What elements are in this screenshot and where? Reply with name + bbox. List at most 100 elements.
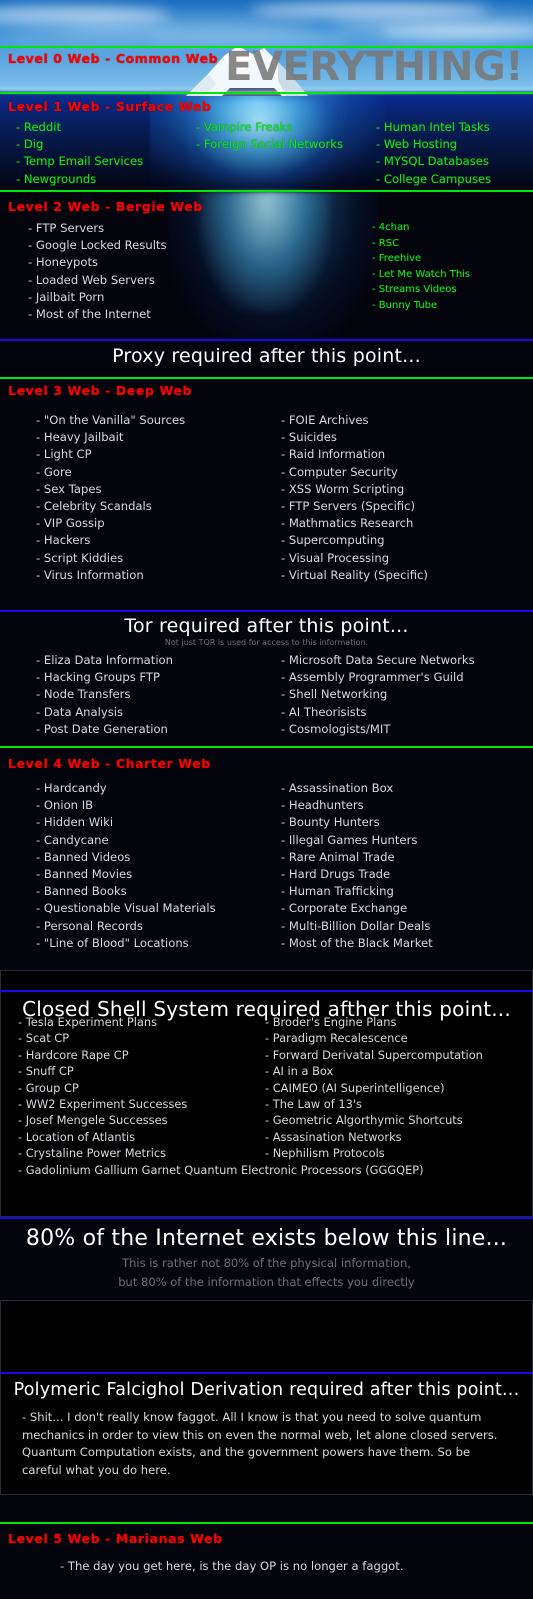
list-item: - Supercomputing xyxy=(281,533,385,548)
list-item: - Snuff CP xyxy=(18,1064,74,1079)
list-item: - Bunny Tube xyxy=(372,299,438,311)
list-item: - Scat CP xyxy=(18,1031,70,1046)
level3-column-2: - FOIE Archives - Suicides - Raid Inform… xyxy=(281,412,428,584)
list-item: - Gore xyxy=(36,464,72,479)
list-item: - Heavy Jailbait xyxy=(36,430,124,445)
list-item: - Headhunters xyxy=(281,798,364,813)
list-item: - Banned Movies xyxy=(36,867,133,882)
list-item: - Streams Videos xyxy=(372,284,457,295)
list-item: - Onion IB xyxy=(36,798,94,813)
list-item: - Hard Drugs Trade xyxy=(281,867,391,882)
level1-column-3: - Human Intel Tasks - Web Hosting - MYSQ… xyxy=(376,119,491,188)
gate-heading-tor: Tor required after this point... xyxy=(124,615,409,637)
list-item: - Honeypots xyxy=(28,255,99,270)
list-item: - FOIE Archives xyxy=(281,413,369,427)
divider-blue xyxy=(0,1372,533,1374)
list-item: - Newgrounds xyxy=(16,171,97,186)
list-item: - Questionable Visual Materials xyxy=(36,901,216,916)
list-item: - Virtual Reality (Specific) xyxy=(281,567,428,582)
tor-column-1: - Eliza Data Information - Hacking Group… xyxy=(36,652,173,738)
divider-blue xyxy=(0,990,533,992)
list-item: - AI in a Box xyxy=(265,1064,334,1079)
gate-subline-1: This is rather not 80% of the physical i… xyxy=(122,1256,411,1270)
divider-blue xyxy=(0,1217,533,1219)
list-item: - FTP Servers xyxy=(28,221,105,235)
list-item: - Loaded Web Servers xyxy=(28,272,155,287)
list-item: - Nephilism Protocols xyxy=(265,1146,385,1161)
gate-heading-proxy: Proxy required after this point... xyxy=(112,345,421,367)
list-item: - Eliza Data Information xyxy=(36,653,173,667)
list-item: - Data Analysis xyxy=(36,704,124,719)
list-item: - Forward Derivatal Supercomputation xyxy=(265,1047,483,1062)
list-item: - Corporate Exchange xyxy=(281,901,408,916)
list-item: - Paradigm Recalescence xyxy=(265,1031,408,1046)
list-item: - 4chan xyxy=(372,222,410,233)
gate-heading-polymeric: Polymeric Falcighol Derivation required … xyxy=(13,1380,520,1400)
list-item: - Let Me Watch This xyxy=(372,268,471,280)
list-item: - Reddit xyxy=(16,120,62,134)
list-item: - Crystaline Power Metrics xyxy=(18,1146,167,1161)
level-title-level3: Level 3 Web - Deep Web xyxy=(8,383,193,398)
list-item: - Temp Email Services xyxy=(16,154,144,169)
divider-blue xyxy=(0,610,533,612)
list-item: - Microsoft Data Secure Networks xyxy=(281,653,475,667)
list-item: - FTP Servers (Specific) xyxy=(281,499,416,514)
list-item: - Hardcandy xyxy=(36,781,107,795)
list-item: - Candycane xyxy=(36,832,109,847)
list-item: - College Campuses xyxy=(376,171,492,186)
divider-blue xyxy=(0,339,533,341)
divider-green xyxy=(0,377,533,379)
list-item: - The Law of 13's xyxy=(265,1097,362,1112)
divider-green xyxy=(0,46,533,48)
list-item: - Personal Records xyxy=(36,918,143,933)
level-title-level5: Level 5 Web - Marianas Web xyxy=(8,1531,223,1546)
list-item: - WW2 Experiment Successes xyxy=(18,1097,188,1112)
list-item: - Gadolinium Gallium Garnet Quantum Elec… xyxy=(18,1163,424,1177)
list-item: - Josef Mengele Successes xyxy=(18,1113,168,1128)
list-item: - Shell Networking xyxy=(281,687,388,702)
closed-shell-full-width-row: - Gadolinium Gallium Garnet Quantum Elec… xyxy=(18,1162,424,1178)
closed-shell-column-2: - Broder's Engine Plans - Paradigm Recal… xyxy=(265,1014,483,1162)
list-item: - XSS Worm Scripting xyxy=(281,481,405,496)
list-item: - Foreign Social Networks xyxy=(196,137,343,152)
level-title-level4: Level 4 Web - Charter Web xyxy=(8,756,211,771)
list-item: - Rare Animal Trade xyxy=(281,849,395,864)
level5-column-1: - The day you get here, is the day OP is… xyxy=(60,1558,404,1575)
list-item: - Jailbait Porn xyxy=(28,289,105,304)
closed-shell-column-1: - Tesla Experiment Plans - Scat CP - Har… xyxy=(18,1014,187,1162)
list-item: - Broder's Engine Plans xyxy=(265,1015,397,1029)
list-item: - "On the Vanilla" Sources xyxy=(36,413,186,427)
divider-green xyxy=(0,190,533,192)
list-item: - Freehive xyxy=(372,253,422,264)
list-item: - Hidden Wiki xyxy=(36,815,114,830)
list-item: - Human Intel Tasks xyxy=(376,120,490,134)
list-item: - Illegal Games Hunters xyxy=(281,832,418,847)
gate-subline-2: but 80% of the information that effects … xyxy=(118,1275,415,1289)
list-item: - Bounty Hunters xyxy=(281,815,380,830)
level4-column-2: - Assassination Box - Headhunters - Boun… xyxy=(281,780,433,952)
list-item: - Suicides xyxy=(281,430,337,445)
list-item: - Multi-Billion Dollar Deals xyxy=(281,918,431,933)
list-item: - Web Hosting xyxy=(376,137,458,152)
divider-green xyxy=(0,1522,533,1524)
list-item: - AI Theorisists xyxy=(281,704,367,719)
cloud-wisp xyxy=(150,34,350,44)
list-item: - Assassination Box xyxy=(281,781,394,795)
level1-column-1: - Reddit - Dig - Temp Email Services - N… xyxy=(16,119,143,188)
list-item: - Assasination Networks xyxy=(265,1129,402,1144)
list-item: - Cosmologists/MIT xyxy=(281,721,391,736)
level-title-level1: Level 1 Web - Surface Web xyxy=(8,99,212,114)
level1-column-2: - Vampire Freaks - Foreign Social Networ… xyxy=(196,119,343,153)
list-item: - Visual Processing xyxy=(281,550,390,565)
list-item: - Computer Security xyxy=(281,464,398,479)
polymeric-body-text: - Shit... I don't really know faggot. Al… xyxy=(22,1410,498,1477)
level-title-level0: Level 0 Web - Common Web xyxy=(8,51,219,66)
list-item: - Hardcore Rape CP xyxy=(18,1047,129,1062)
tor-column-2: - Microsoft Data Secure Networks - Assem… xyxy=(281,652,475,738)
level3-column-1: - "On the Vanilla" Sources - Heavy Jailb… xyxy=(36,412,185,584)
list-item: - RSC xyxy=(372,237,400,249)
list-item: - Script Kiddies xyxy=(36,550,124,565)
gate-heading-eighty-percent: 80% of the Internet exists below this li… xyxy=(25,1226,508,1251)
level2-column-2: - 4chan - RSC - Freehive - Let Me Watch … xyxy=(372,220,470,313)
list-item: - Sex Tapes xyxy=(36,481,102,496)
